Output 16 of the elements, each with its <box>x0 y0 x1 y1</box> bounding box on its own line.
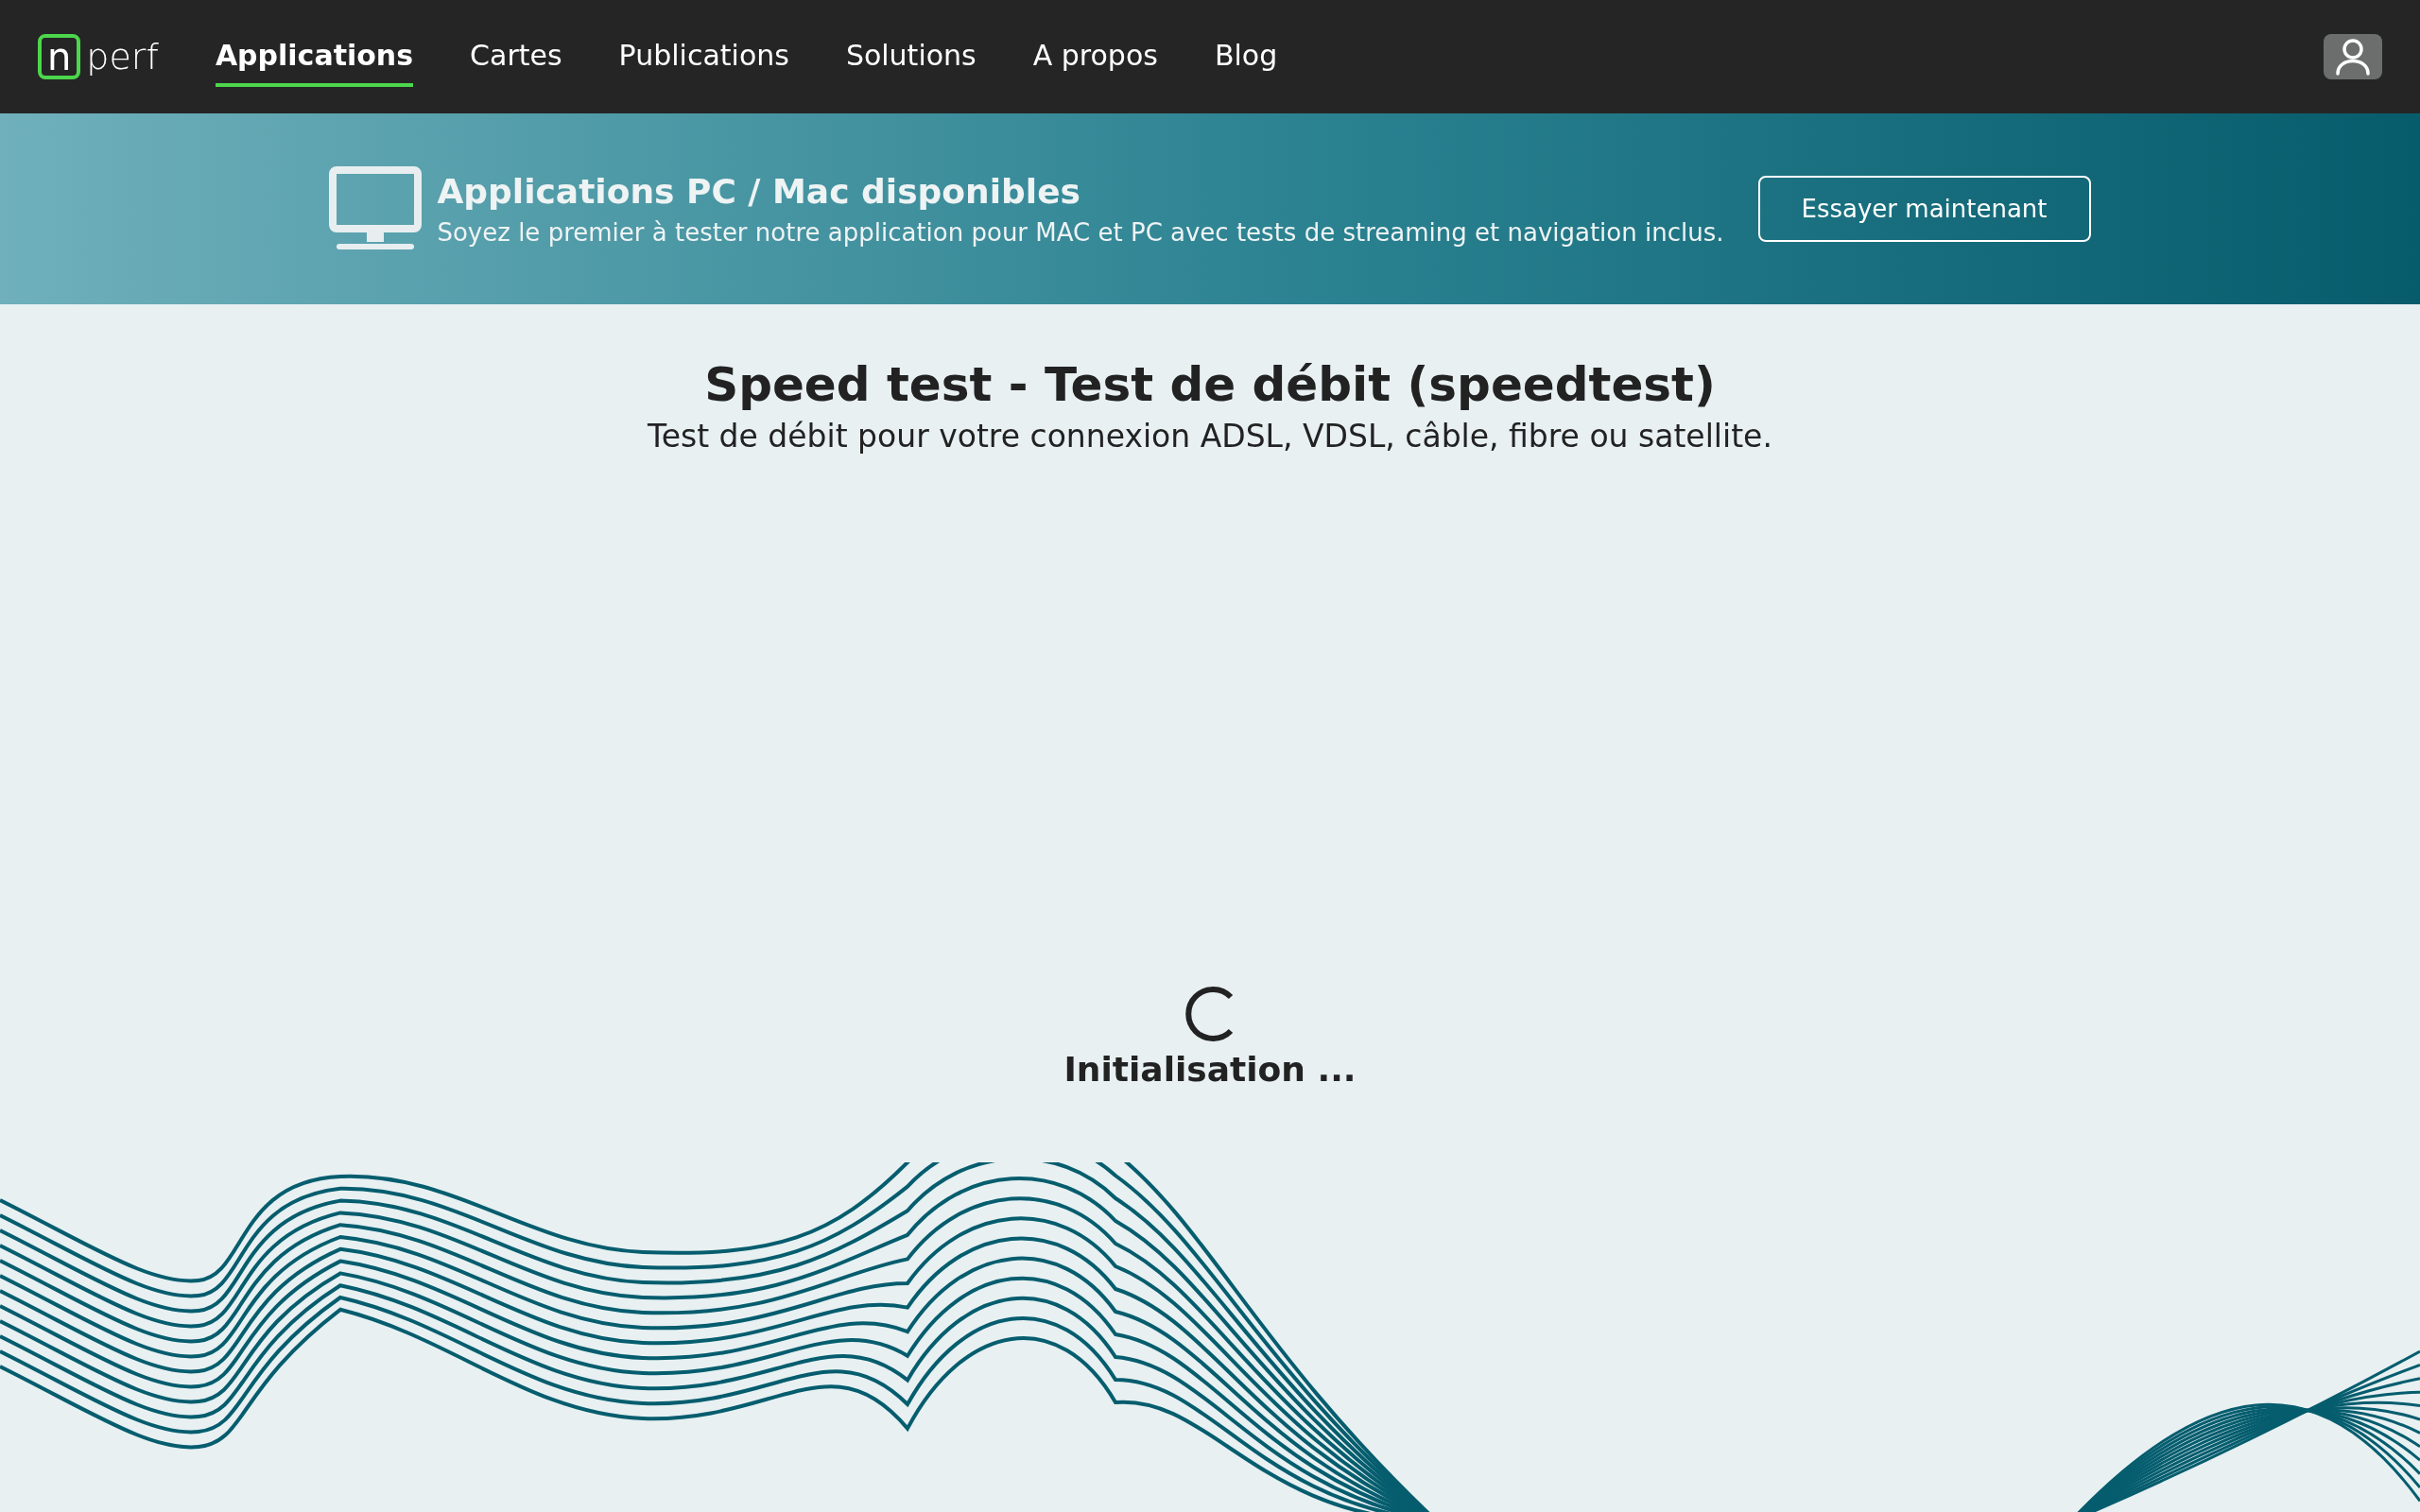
user-icon <box>2335 38 2371 76</box>
nav-link[interactable]: Cartes <box>470 26 562 87</box>
monitor-icon <box>329 166 423 251</box>
nav-link[interactable]: Applications <box>215 26 414 87</box>
page-subtitle: Test de débit pour votre connexion ADSL, VDSL, câble, fibre ou satellite. <box>648 418 1772 455</box>
nperf-logo[interactable]: n perf <box>38 34 159 79</box>
page-title: Speed test - Test de débit (speedtest) <box>704 357 1716 412</box>
banner-description: Soyez le premier à tester notre application pour MAC et PC avec tests de streaming et navigation inclus. <box>437 217 1724 247</box>
nav-link[interactable]: Blog <box>1214 26 1278 87</box>
user-account-button[interactable] <box>2324 34 2382 79</box>
status-label: Initialisation ... <box>1063 1050 1357 1089</box>
banner-title: Applications PC / Mac disponibles <box>437 171 1081 211</box>
nav-link[interactable]: Solutions <box>845 26 977 87</box>
nav-link[interactable]: Publications <box>618 26 789 87</box>
nav-link[interactable]: A propos <box>1032 26 1158 87</box>
try-now-button[interactable]: Essayer maintenant <box>1757 176 2091 242</box>
